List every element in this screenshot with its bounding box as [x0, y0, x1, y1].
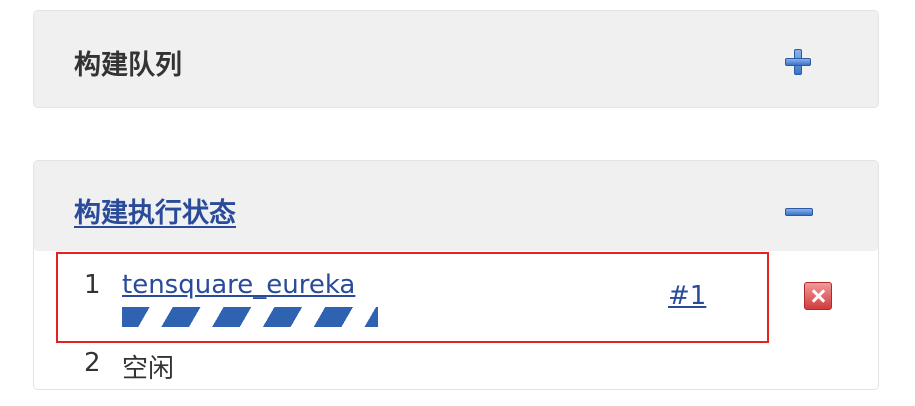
- build-queue-title: 构建队列: [74, 50, 182, 81]
- build-queue-pane: 构建队列: [33, 10, 879, 108]
- build-queue-header: 构建队列: [34, 11, 878, 107]
- stop-icon[interactable]: [804, 282, 832, 310]
- job-link-tensquare-eureka[interactable]: tensquare_eureka: [122, 270, 355, 300]
- executor-status-header: 构建执行状态: [34, 161, 878, 251]
- executor-2-number: 2: [84, 348, 101, 378]
- plus-icon[interactable]: [784, 47, 814, 77]
- executor-status-title[interactable]: 构建执行状态: [74, 191, 236, 230]
- minus-icon[interactable]: [784, 197, 814, 227]
- executor-1-number: 1: [84, 270, 101, 300]
- build-number-link[interactable]: #1: [668, 281, 706, 311]
- build-progress-bar[interactable]: [122, 307, 378, 327]
- executor-2-status: 空闲: [122, 354, 175, 384]
